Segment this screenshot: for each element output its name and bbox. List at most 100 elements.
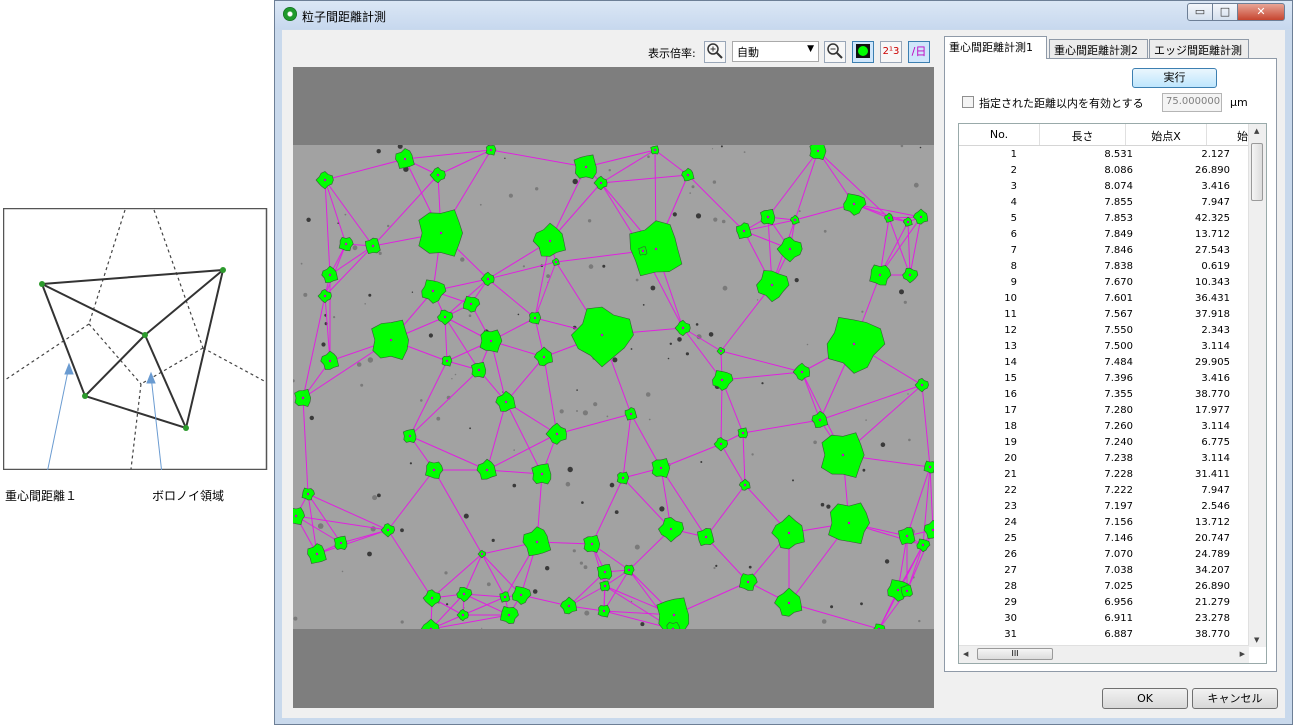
cell-no: 16 [1004, 389, 1017, 400]
table-row[interactable]: 19 7.240 6.775 [959, 435, 1249, 451]
cell-start-x: 3.114 [1201, 341, 1230, 352]
cell-length: 8.086 [1104, 165, 1133, 176]
horizontal-scroll-thumb[interactable]: III [977, 648, 1053, 660]
distance-limit-label[interactable]: 指定された距離以内を有効とする [979, 95, 1144, 111]
cell-length: 7.146 [1104, 533, 1133, 544]
unit-label: μm [1230, 96, 1248, 109]
distance-limit-input[interactable]: 75.000000 [1162, 93, 1222, 112]
table-row[interactable]: 18 7.260 3.114 [959, 419, 1249, 435]
voronoi-diagram-illustration [2, 207, 268, 484]
cell-length: 6.956 [1104, 597, 1133, 608]
particle-mark-toggle[interactable] [852, 41, 874, 63]
line-display-toggle[interactable]: /日 [908, 41, 930, 63]
table-row[interactable]: 28 7.025 26.890 [959, 579, 1249, 595]
cell-start-x: 24.789 [1195, 549, 1230, 560]
vertical-scroll-thumb[interactable] [1251, 143, 1263, 201]
maximize-button[interactable]: □ [1212, 3, 1238, 21]
table-row[interactable]: 15 7.396 3.416 [959, 371, 1249, 387]
table-row[interactable]: 3 8.074 3.416 [959, 179, 1249, 195]
cell-start-x: 27.543 [1195, 245, 1230, 256]
table-row[interactable]: 10 7.601 36.431 [959, 291, 1249, 307]
chevron-down-icon: ▼ [807, 44, 814, 54]
scroll-right-icon[interactable]: ▶ [1240, 650, 1245, 658]
table-row[interactable]: 21 7.228 31.411 [959, 467, 1249, 483]
results-table[interactable]: No. 長さ 始点X 始 1 8.531 2.127 2 8.086 26.890 3 8.0… [958, 123, 1267, 664]
table-row[interactable]: 12 7.550 2.343 [959, 323, 1249, 339]
cell-no: 8 [1010, 261, 1017, 272]
cell-length: 7.853 [1104, 213, 1133, 224]
column-header-start-x[interactable]: 始点X [1126, 128, 1206, 144]
horizontal-scrollbar[interactable]: ◀ III ▶ [959, 645, 1249, 663]
particle-distance-dialog: 粒子間距離計測 ▭ □ ✕ 表示倍率: 自動 ▼ 2¹3 /日 重心間距離計測1… [274, 0, 1293, 725]
ok-button[interactable]: OK [1102, 688, 1188, 709]
scroll-left-icon[interactable]: ◀ [963, 650, 968, 658]
table-row[interactable]: 9 7.670 10.343 [959, 275, 1249, 291]
table-row[interactable]: 27 7.038 34.207 [959, 563, 1249, 579]
table-row[interactable]: 8 7.838 0.619 [959, 259, 1249, 275]
table-row[interactable]: 1 8.531 2.127 [959, 147, 1249, 163]
cell-length: 7.855 [1104, 197, 1133, 208]
scroll-down-icon[interactable]: ▼ [1254, 636, 1259, 644]
cell-length: 6.911 [1104, 613, 1133, 624]
table-row[interactable]: 16 7.355 38.770 [959, 387, 1249, 403]
cell-length: 7.849 [1104, 229, 1133, 240]
minimize-button[interactable]: ▭ [1187, 3, 1213, 21]
cell-length: 7.260 [1104, 421, 1133, 432]
table-row[interactable]: 17 7.280 17.977 [959, 403, 1249, 419]
cell-no: 26 [1004, 549, 1017, 560]
table-row[interactable]: 13 7.500 3.114 [959, 339, 1249, 355]
table-row[interactable]: 20 7.238 3.114 [959, 451, 1249, 467]
table-row[interactable]: 14 7.484 29.905 [959, 355, 1249, 371]
cell-start-x: 13.712 [1195, 517, 1230, 528]
tab-edge-distance[interactable]: エッジ間距離計測 [1149, 39, 1249, 58]
cell-length: 8.531 [1104, 149, 1133, 160]
centroid-distance-label: 重心間距離１ [5, 489, 78, 503]
column-header-no[interactable]: No. [959, 128, 1039, 141]
zoom-out-button[interactable] [824, 41, 846, 63]
run-button[interactable]: 実行 [1132, 68, 1217, 88]
table-row[interactable]: 24 7.156 13.712 [959, 515, 1249, 531]
image-view[interactable] [293, 67, 934, 708]
close-button[interactable]: ✕ [1237, 3, 1285, 21]
table-row[interactable]: 4 7.855 7.947 [959, 195, 1249, 211]
table-row[interactable]: 5 7.853 42.325 [959, 211, 1249, 227]
table-row[interactable]: 26 7.070 24.789 [959, 547, 1249, 563]
number-display-toggle[interactable]: 2¹3 [880, 41, 902, 63]
cell-start-x: 6.775 [1201, 437, 1230, 448]
scroll-up-icon[interactable]: ▲ [1254, 127, 1259, 135]
table-row[interactable]: 2 8.086 26.890 [959, 163, 1249, 179]
cell-no: 21 [1004, 469, 1017, 480]
table-row[interactable]: 23 7.197 2.546 [959, 499, 1249, 515]
cell-start-x: 26.890 [1195, 165, 1230, 176]
table-row[interactable]: 25 7.146 20.747 [959, 531, 1249, 547]
cell-length: 8.074 [1104, 181, 1133, 192]
table-row[interactable]: 30 6.911 23.278 [959, 611, 1249, 627]
table-row[interactable]: 31 6.887 38.770 [959, 627, 1249, 643]
tab-centroid-distance-2[interactable]: 重心間距離計測2 [1049, 39, 1148, 58]
table-row[interactable]: 29 6.956 21.279 [959, 595, 1249, 611]
table-row[interactable]: 7 7.846 27.543 [959, 243, 1249, 259]
column-header-length[interactable]: 長さ [1040, 128, 1125, 144]
cell-no: 10 [1004, 293, 1017, 304]
cell-no: 17 [1004, 405, 1017, 416]
table-row[interactable]: 6 7.849 13.712 [959, 227, 1249, 243]
cell-start-x: 37.918 [1195, 309, 1230, 320]
vertical-scrollbar[interactable]: ▲ ▼ [1248, 124, 1266, 647]
cell-start-x: 2.343 [1201, 325, 1230, 336]
zoom-select-value: 自動 [737, 46, 759, 59]
zoom-in-button[interactable] [704, 41, 726, 63]
cell-length: 7.355 [1104, 389, 1133, 400]
cell-start-x: 34.207 [1195, 565, 1230, 576]
cell-start-x: 20.747 [1195, 533, 1230, 544]
cell-no: 25 [1004, 533, 1017, 544]
cell-start-x: 38.770 [1195, 389, 1230, 400]
cell-start-x: 2.546 [1201, 501, 1230, 512]
title-bar[interactable]: 粒子間距離計測 ▭ □ ✕ [275, 1, 1292, 29]
distance-limit-checkbox[interactable] [962, 96, 974, 108]
table-row[interactable]: 22 7.222 7.947 [959, 483, 1249, 499]
zoom-select[interactable]: 自動 ▼ [732, 41, 819, 62]
tab-centroid-distance-1[interactable]: 重心間距離計測1 [944, 36, 1047, 59]
cancel-button[interactable]: キャンセル [1192, 688, 1278, 709]
app-icon [283, 7, 297, 21]
table-row[interactable]: 11 7.567 37.918 [959, 307, 1249, 323]
